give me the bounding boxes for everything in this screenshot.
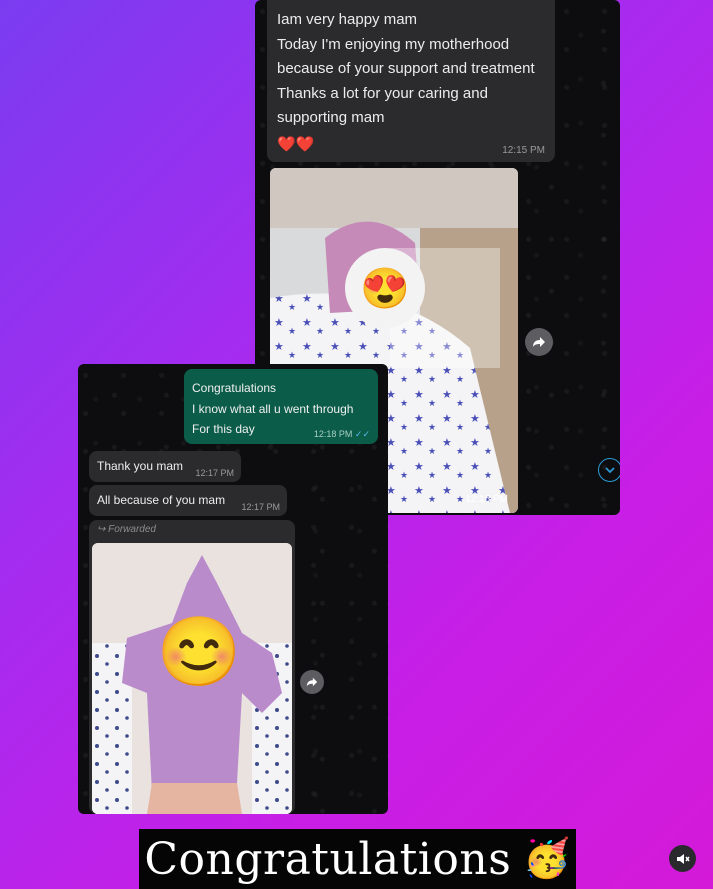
message-line: Congratulations	[192, 381, 277, 395]
message-line: Thanks a lot for your caring and	[277, 84, 488, 102]
mute-button[interactable]	[669, 845, 696, 872]
scroll-down-button[interactable]	[598, 458, 620, 482]
smile-emoji-cover: 😊	[156, 611, 242, 693]
heart-eyes-icon: 😍	[360, 266, 410, 311]
read-check-icon: ✓✓	[354, 429, 370, 439]
forwarded-photo-bubble: ↪ Forwarded 😊	[89, 520, 295, 814]
message-timestamp: 12:17 PM	[241, 502, 280, 512]
message-timestamp: 12:15 PM	[502, 145, 545, 156]
message-bubble-received: All because of you mam 12:17 PM	[89, 485, 287, 516]
smile-icon: 😊	[156, 614, 242, 690]
congratulations-caption: Congratulations 🥳	[139, 829, 576, 889]
share-button[interactable]	[300, 670, 324, 694]
chevron-down-icon	[605, 467, 615, 474]
message-line: supporting mam	[277, 109, 385, 127]
caption-text: Congratulations	[144, 833, 512, 885]
message-line: Iam very happy mam	[277, 11, 418, 28]
message-timestamp: 12:18 PM ✓✓	[314, 429, 370, 440]
baby-photo-2[interactable]: 😊	[92, 543, 292, 814]
share-button[interactable]	[525, 328, 553, 356]
share-arrow-icon	[306, 677, 318, 687]
forwarded-icon: ↪	[97, 524, 106, 535]
message-bubble-received: Iam very happy mam Today I'm enjoying my…	[267, 0, 555, 162]
message-bubble-received: Thank you mam 12:17 PM	[89, 451, 241, 482]
share-arrow-icon	[533, 337, 545, 347]
message-line: I know what all u went through	[192, 401, 354, 416]
speaker-muted-icon	[676, 853, 690, 864]
message-line: Today I'm enjoying my motherhood	[277, 35, 510, 53]
message-line: because of your support and treatment	[277, 60, 535, 78]
hearts-emoji: ❤️❤️	[277, 135, 315, 153]
photo-timestamp: 12:16 PM	[465, 494, 508, 505]
chat-screenshot-bottom: Congratulations I know what all u went t…	[78, 364, 388, 814]
message-timestamp: 12:17 PM	[195, 468, 234, 478]
message-bubble-sent: Congratulations I know what all u went t…	[184, 369, 378, 444]
message-text: Thank you mam	[97, 459, 184, 473]
message-text: All because of you mam	[97, 493, 226, 507]
party-face-icon: 🥳	[523, 838, 571, 880]
forwarded-label: ↪ Forwarded	[97, 524, 156, 535]
heart-eyes-emoji-cover: 😍	[345, 248, 425, 328]
sent-time: 12:18 PM	[313, 429, 353, 439]
